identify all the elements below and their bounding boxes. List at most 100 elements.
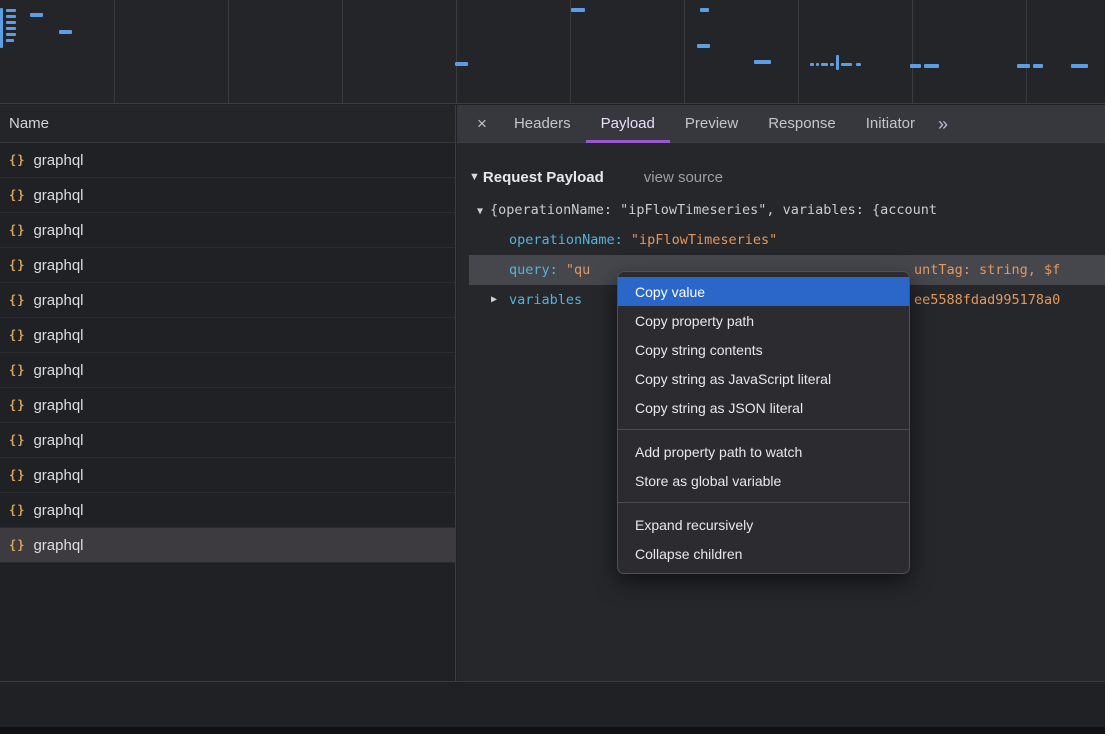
tab-list: HeadersPayloadPreviewResponseInitiator xyxy=(499,105,930,143)
request-name: graphql xyxy=(33,292,83,309)
fetch-json-icon: {} xyxy=(9,398,25,412)
detail-tabs: × HeadersPayloadPreviewResponseInitiator… xyxy=(457,105,1105,143)
tab-payload[interactable]: Payload xyxy=(586,105,670,143)
expand-icon[interactable]: ▶ xyxy=(491,285,497,315)
request-row[interactable]: {} graphql xyxy=(0,458,455,493)
property-key: query: xyxy=(509,262,558,278)
fetch-json-icon: {} xyxy=(9,468,25,482)
timeline-gridline xyxy=(912,0,913,103)
request-list: {} graphql {} graphql {} graphql {} graphql {} gr… xyxy=(0,143,455,563)
timeline-gridline xyxy=(570,0,571,103)
network-overview[interactable] xyxy=(0,0,1105,104)
request-row[interactable]: {} graphql xyxy=(0,213,455,248)
menu-item-copy-string-contents[interactable]: Copy string contents xyxy=(618,335,909,364)
timeline-bar xyxy=(6,21,16,24)
property-value: "ipFlowTimeseries" xyxy=(623,232,777,248)
request-name: graphql xyxy=(33,222,83,239)
tree-row-operationname[interactable]: operationName: "ipFlowTimeseries" xyxy=(469,225,1105,255)
section-title: Request Payload xyxy=(483,169,604,186)
timeline-gridline xyxy=(1026,0,1027,103)
name-column-label: Name xyxy=(9,115,49,132)
timeline-bar xyxy=(754,60,771,64)
request-row[interactable]: {}graphql xyxy=(0,353,455,388)
tab-preview[interactable]: Preview xyxy=(670,105,753,143)
view-source-link[interactable]: view source xyxy=(644,169,723,186)
request-name: graphql xyxy=(33,502,83,519)
timeline-bar xyxy=(836,55,839,70)
overflow-tabs-icon[interactable]: » xyxy=(938,105,948,143)
menu-item-copy-string-as-json-literal[interactable]: Copy string as JSON literal xyxy=(618,393,909,422)
timeline-gridline xyxy=(684,0,685,103)
fetch-json-icon: {} xyxy=(9,433,25,447)
request-row[interactable]: {}graphql xyxy=(0,248,455,283)
menu-item-expand-recursively[interactable]: Expand recursively xyxy=(618,510,909,539)
menu-item-copy-property-path[interactable]: Copy property path xyxy=(618,306,909,335)
section-collapse-icon[interactable]: ▼ xyxy=(469,171,480,183)
menu-item-add-property-path-to-watch[interactable]: Add property path to watch xyxy=(618,437,909,466)
request-row[interactable]: {}graphql xyxy=(0,178,455,213)
request-payload-section: ▼ Request Payload view source xyxy=(469,165,1105,189)
devtools-network-panel: Name {}graphql{}graphql{}graphql{}graphq… xyxy=(0,0,1105,734)
fetch-json-icon: {} xyxy=(9,293,25,307)
fetch-json-icon: {} xyxy=(9,223,25,237)
timeline-bar xyxy=(910,64,921,68)
request-row[interactable]: {}graphql xyxy=(0,318,455,353)
timeline-bar xyxy=(6,33,16,36)
timeline-bar xyxy=(0,8,3,48)
request-name: graphql xyxy=(33,432,83,449)
fetch-json-icon: {} xyxy=(9,258,25,272)
request-row[interactable]: {} graphql xyxy=(0,493,455,528)
timeline-bar xyxy=(30,13,43,17)
menu-separator xyxy=(618,502,909,503)
timeline-bar xyxy=(856,63,861,66)
timeline-gridline xyxy=(114,0,115,103)
menu-item-collapse-children[interactable]: Collapse children xyxy=(618,539,909,568)
property-value-fragment: untTag: string, $f xyxy=(914,255,1060,285)
timeline-bar xyxy=(700,8,709,12)
request-row[interactable]: {} graphql xyxy=(0,143,455,178)
timeline-bar xyxy=(1033,64,1043,68)
timeline-bar xyxy=(697,44,710,48)
request-name: graphql xyxy=(33,467,83,484)
tab-initiator[interactable]: Initiator xyxy=(851,105,930,143)
timeline-gridline xyxy=(228,0,229,103)
property-value: "qu xyxy=(558,262,591,278)
timeline-bar xyxy=(59,30,72,34)
request-row[interactable]: {}graphql xyxy=(0,528,455,563)
menu-item-store-as-global-variable[interactable]: Store as global variable xyxy=(618,466,909,495)
property-key: variables xyxy=(509,292,582,308)
timeline-gridline xyxy=(798,0,799,103)
menu-item-copy-string-as-javascript-literal[interactable]: Copy string as JavaScript literal xyxy=(618,364,909,393)
timeline-gridline xyxy=(456,0,457,103)
object-preview: {operationName: "ipFlowTimeseries", vari… xyxy=(490,202,937,218)
timeline-bar xyxy=(6,9,16,12)
timeline-bar xyxy=(1017,64,1030,68)
fetch-json-icon: {} xyxy=(9,153,25,167)
request-row[interactable]: {} graphql xyxy=(0,388,455,423)
timeline-gridline xyxy=(342,0,343,103)
fetch-json-icon: {} xyxy=(9,538,25,552)
close-icon[interactable]: × xyxy=(465,105,499,143)
tree-root-row[interactable]: ▼ {operationName: "ipFlowTimeseries", var… xyxy=(469,195,1105,225)
name-column-header[interactable]: Name xyxy=(0,105,455,143)
request-name: graphql xyxy=(33,397,83,414)
tab-headers[interactable]: Headers xyxy=(499,105,586,143)
footer-area xyxy=(0,681,1105,727)
timeline-bar xyxy=(1071,64,1088,68)
requests-panel: Name {}graphql{}graphql{}graphql{}graphq… xyxy=(0,105,456,681)
request-row[interactable]: {} graphql xyxy=(0,423,455,458)
request-row[interactable]: {} graphql xyxy=(0,283,455,318)
timeline-bar xyxy=(821,63,828,66)
request-name: graphql xyxy=(33,152,83,169)
window-bottom-edge xyxy=(0,727,1105,734)
timeline-bar xyxy=(810,63,814,66)
timeline-bar xyxy=(924,64,939,68)
tab-response[interactable]: Response xyxy=(753,105,851,143)
timeline-bar xyxy=(6,15,16,18)
menu-separator xyxy=(618,429,909,430)
fetch-json-icon: {} xyxy=(9,503,25,517)
request-name: graphql xyxy=(33,362,83,379)
fetch-json-icon: {} xyxy=(9,328,25,342)
menu-item-copy-value[interactable]: Copy value xyxy=(618,277,909,306)
collapse-icon[interactable]: ▼ xyxy=(477,206,483,217)
